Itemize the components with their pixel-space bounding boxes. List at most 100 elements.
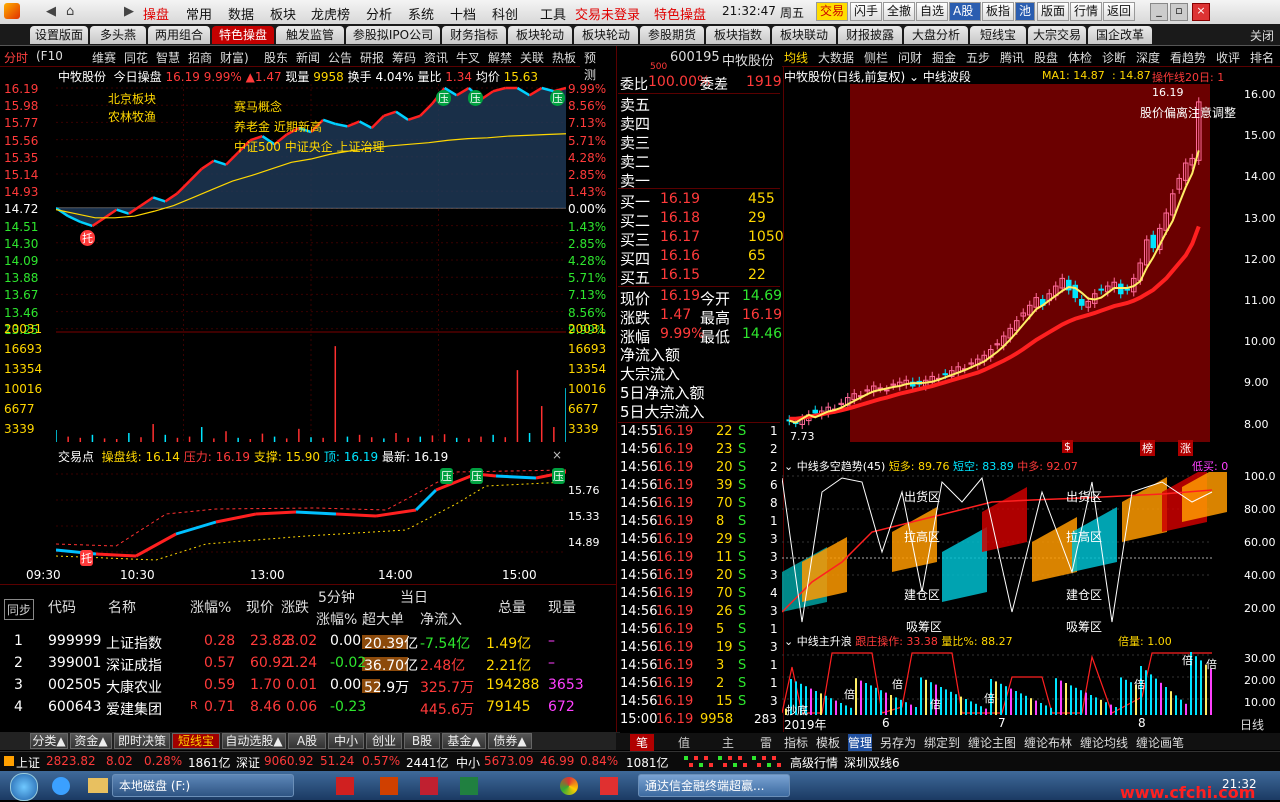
bottom-tab-8[interactable]: B股 [404,733,440,749]
tab-11[interactable]: 板块联动 [772,26,836,44]
cancel-all-button[interactable]: 全撤 [883,2,915,21]
trade-point-chart[interactable] [56,464,566,564]
trade-button[interactable]: 交易 [816,2,848,21]
kline-tab-1[interactable]: 大数据 [818,49,854,66]
bottom-tab-3[interactable]: 短线宝 [172,733,220,749]
status-right[interactable]: 高级行情 [790,754,838,771]
menu-item-common[interactable]: 常用 [186,4,212,23]
tab-4[interactable]: 触发监管 [276,26,344,44]
quotes-button[interactable]: 行情 [1070,2,1102,21]
subtab-2[interactable]: 维赛 [92,49,116,66]
col-big-order[interactable]: 超大单 [362,609,404,629]
menu-item-data[interactable]: 数据 [228,4,254,23]
tab-15[interactable]: 大宗交易 [1028,26,1086,44]
kline-tab-8[interactable]: 体检 [1068,49,1092,66]
indicator-dropdown-icon[interactable]: ⌄ [909,70,919,84]
taskbar-app3-icon[interactable] [420,777,438,795]
col-5min-pct[interactable]: 涨幅% [316,609,357,629]
subtab-0[interactable]: 分时 [4,49,28,66]
taskbar-app2-icon[interactable] [380,777,398,795]
subtab-11[interactable]: 筹码 [392,49,416,66]
tab-10[interactable]: 板块指数 [706,26,770,44]
col-price[interactable]: 现价 [246,597,274,617]
tab-8[interactable]: 板块轮动 [574,26,638,44]
subtab-9[interactable]: 公告 [328,49,352,66]
taskbar-app5-icon[interactable] [600,777,618,795]
tick-tab-main[interactable]: 主 [722,734,734,751]
nav-back-icon[interactable]: ◀ [46,4,56,19]
taskbar-app4-icon[interactable] [460,777,478,795]
menu-item-sector[interactable]: 板块 [270,4,296,23]
kline-tab-12[interactable]: 收评 [1216,49,1240,66]
bottom-tab-4[interactable]: 自动选股▲ [222,733,286,749]
kline-indicator[interactable]: 中线波段 [923,70,971,84]
col-5min[interactable]: 5分钟 [318,587,355,607]
kline-tab-0[interactable]: 均线 [784,49,808,66]
subtab-13[interactable]: 牛叉 [456,49,480,66]
menu-item-analysis[interactable]: 分析 [366,4,392,23]
close-window-icon[interactable]: × [1192,3,1210,21]
top-right-close[interactable]: 关闭 [1250,27,1274,44]
status-right2[interactable]: 深圳双线6 [844,754,900,771]
tick-tab-value[interactable]: 值 [678,734,690,751]
sector-index-button[interactable]: 板指 [982,2,1014,21]
bottom-tab-6[interactable]: 中小 [328,733,364,749]
minimize-icon[interactable]: _ [1150,3,1168,21]
tab-16[interactable]: 国企改革 [1088,26,1152,44]
table-row[interactable] [0,631,600,652]
kline-tab-11[interactable]: 看趋势 [1170,49,1206,66]
subtab-8[interactable]: 新闻 [296,49,320,66]
trade-login-status[interactable]: 交易未登录 [575,4,640,23]
table-row[interactable] [0,653,600,674]
tab-3[interactable]: 特色操盘 [212,26,274,44]
subtab-17[interactable]: 预测 [584,49,596,83]
tab-9[interactable]: 参股期货 [640,26,704,44]
bottom-tab-2[interactable]: 即时决策 [114,733,170,749]
kline-footer-4[interactable]: 绑定到 [924,734,960,751]
mid-indicator-chart[interactable] [782,472,1242,632]
taskbar-ie-icon[interactable] [52,777,70,795]
trade-panel-close-icon[interactable]: × [552,448,562,462]
sh-name[interactable]: 上证 [16,754,40,771]
subtab-12[interactable]: 资讯 [424,49,448,66]
kline-period[interactable]: 日线 [1240,716,1264,733]
col-net-inflow[interactable]: 净流入 [420,609,462,629]
kline-footer-3[interactable]: 另存为 [880,734,916,751]
kline-chart[interactable] [782,84,1242,444]
taskbar-app1-icon[interactable] [336,777,354,795]
subtab-5[interactable]: 招商 [188,49,212,66]
subtab-16[interactable]: 热板 [552,49,576,66]
watchlist-button[interactable]: 自选 [916,2,948,21]
table-row[interactable] [0,697,600,718]
kline-tab-6[interactable]: 腾讯 [1000,49,1024,66]
menu-item-system[interactable]: 系统 [408,4,434,23]
subtab-4[interactable]: 智慧 [156,49,180,66]
menu-item-star-market[interactable]: 科创 [492,4,518,23]
bottom-tab-7[interactable]: 创业 [366,733,402,749]
bottom-tab-10[interactable]: 债券▲ [488,733,532,749]
subtab-3[interactable]: 同花 [124,49,148,66]
bottom-tab-1[interactable]: 资金▲ [70,733,112,749]
bottom-tab-9[interactable]: 基金▲ [442,733,486,749]
restore-icon[interactable]: ▫ [1170,3,1188,21]
kline-tab-7[interactable]: 股盘 [1034,49,1058,66]
a-share-button[interactable]: A股 [949,2,981,21]
bottom-tab-5[interactable]: A股 [288,733,326,749]
tab-13[interactable]: 大盘分析 [904,26,968,44]
col-change[interactable]: 涨跌 [281,597,309,617]
kline-footer-2[interactable]: 管理 [848,734,873,751]
tab-1[interactable]: 多头燕 [90,26,146,44]
tab-12[interactable]: 财报披露 [838,26,902,44]
kline-footer-0[interactable]: 指标 [784,734,808,751]
start-button-icon[interactable] [10,773,38,801]
bot-indicator-chart[interactable] [782,647,1242,715]
col-pct[interactable]: 涨幅% [190,597,231,617]
tab-6[interactable]: 财务指标 [442,26,506,44]
menu-item-dragon-tiger[interactable]: 龙虎榜 [311,4,350,23]
col-today[interactable]: 当日 [400,587,428,607]
kline-footer-1[interactable]: 模板 [816,734,840,751]
kline-tab-5[interactable]: 五步 [966,49,990,66]
menu-item-caopan[interactable]: 操盘 [143,4,169,23]
subtab-15[interactable]: 关联 [520,49,544,66]
layout-button[interactable]: 版面 [1037,2,1069,21]
